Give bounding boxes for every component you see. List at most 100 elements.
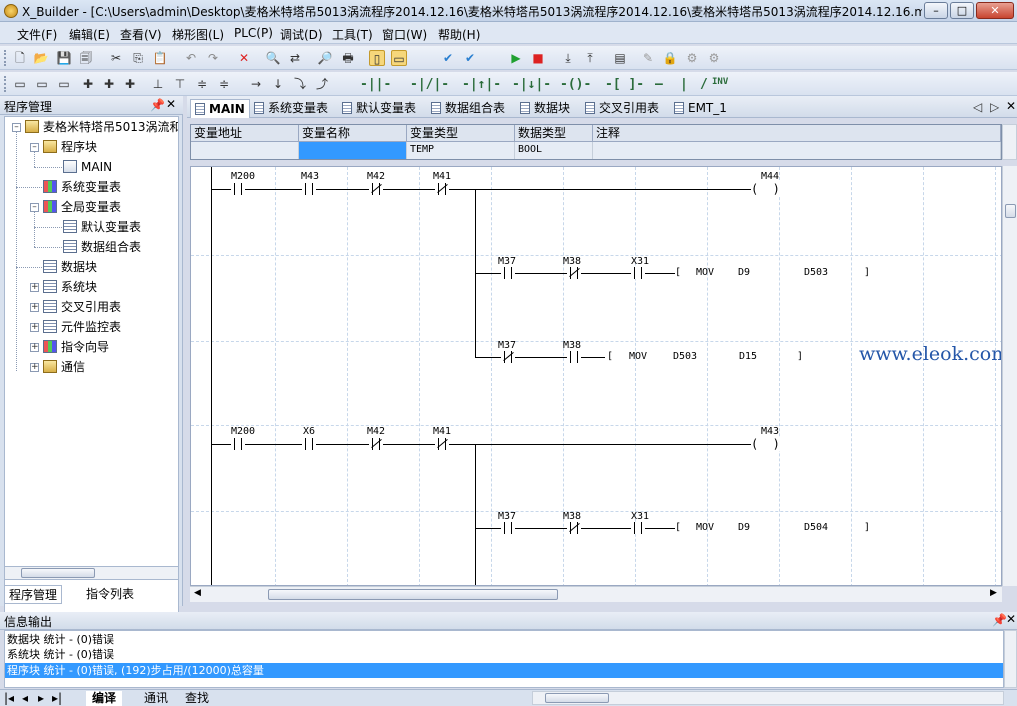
tab-compile[interactable]: 编译 bbox=[86, 691, 123, 706]
tree-item-program-block[interactable]: 程序块 bbox=[43, 138, 97, 156]
info-hscroll[interactable] bbox=[532, 691, 1004, 705]
vline-icon[interactable]: ↓ bbox=[270, 76, 286, 92]
nav-first-icon[interactable]: |◂ bbox=[4, 691, 14, 706]
hline-icon[interactable]: → bbox=[248, 76, 264, 92]
menu-ladder[interactable]: 梯形图(L) bbox=[172, 26, 224, 43]
menu-help[interactable]: 帮助(H) bbox=[438, 26, 480, 43]
instruction-list-mode-icon[interactable]: ▭ bbox=[34, 76, 50, 92]
tree-item-monitor[interactable]: 元件监控表 bbox=[43, 318, 121, 336]
contact-nc[interactable] bbox=[369, 183, 383, 195]
contact-no[interactable] bbox=[631, 267, 645, 279]
menu-window[interactable]: 窗口(W) bbox=[382, 26, 427, 43]
vline-insert-icon[interactable]: | bbox=[680, 77, 688, 92]
pin-icon[interactable]: 📌 bbox=[992, 613, 1007, 627]
tab-scroll-right-icon[interactable]: ▷ bbox=[990, 100, 999, 114]
contact-no[interactable] bbox=[501, 522, 515, 534]
contact-no[interactable] bbox=[231, 183, 245, 195]
panel-close-icon[interactable]: ✕ bbox=[1006, 612, 1016, 626]
panel-close-icon[interactable]: ✕ bbox=[166, 97, 176, 111]
var-table-scrollbar[interactable] bbox=[1002, 124, 1017, 160]
lock-icon[interactable]: 🔒 bbox=[662, 50, 678, 66]
instruction-box[interactable]: [ bbox=[675, 267, 681, 278]
tree-item-main[interactable]: MAIN bbox=[63, 158, 112, 176]
close-button[interactable]: ✕ bbox=[976, 2, 1014, 19]
pin-icon[interactable]: 📌 bbox=[150, 98, 165, 112]
toolbar-grip[interactable] bbox=[4, 50, 7, 66]
toolbar-grip[interactable] bbox=[4, 76, 7, 92]
delete-row-icon[interactable]: ≑ bbox=[194, 76, 210, 92]
tab-program-manager[interactable]: 程序管理 bbox=[4, 585, 63, 604]
expand-toggle[interactable]: + bbox=[30, 343, 39, 352]
layout-single-icon[interactable]: ▯ bbox=[369, 50, 385, 66]
expand-toggle[interactable]: + bbox=[30, 283, 39, 292]
ladder-editor[interactable]: M200 M43 M42 M41 ( ) M44 M37 M38 X31 [ M… bbox=[190, 166, 1002, 586]
paste-icon[interactable]: 📋 bbox=[152, 50, 168, 66]
cell-address[interactable] bbox=[191, 142, 299, 159]
cell-comment[interactable] bbox=[593, 142, 1001, 159]
insert-branch-icon[interactable]: ✚ bbox=[122, 76, 138, 92]
nav-prev-icon[interactable]: ◂ bbox=[22, 691, 28, 706]
redo-icon[interactable]: ↷ bbox=[205, 50, 221, 66]
check-all-icon[interactable]: ✔ bbox=[462, 50, 478, 66]
insert-column-icon[interactable]: ⊤ bbox=[172, 76, 188, 92]
scroll-thumb[interactable] bbox=[21, 568, 95, 578]
tab-system-vars[interactable]: 系统变量表 bbox=[250, 99, 332, 118]
contact-pulse[interactable] bbox=[302, 183, 316, 195]
collapse-toggle[interactable]: – bbox=[30, 203, 39, 212]
tree-item-default-vars[interactable]: 默认变量表 bbox=[63, 218, 141, 236]
contact-no[interactable] bbox=[567, 351, 581, 363]
tree-item-system-block[interactable]: 系统块 bbox=[43, 278, 97, 296]
tree-item-communication[interactable]: 通信 bbox=[43, 358, 85, 376]
new-file-icon[interactable]: 🗋 bbox=[12, 50, 28, 66]
download-icon[interactable]: ⤓ bbox=[560, 50, 576, 66]
insert-cross-icon[interactable]: ✚ bbox=[80, 76, 96, 92]
cut-icon[interactable]: ✂ bbox=[108, 50, 124, 66]
find-icon[interactable]: 🔍 bbox=[265, 50, 281, 66]
tab-comm[interactable]: 通讯 bbox=[144, 691, 168, 706]
contact-nc[interactable] bbox=[369, 438, 383, 450]
nav-next-icon[interactable]: ▸ bbox=[38, 691, 44, 706]
inv-label[interactable]: INV bbox=[712, 77, 728, 87]
insert-down-icon[interactable]: ✚ bbox=[101, 76, 117, 92]
nav-last-icon[interactable]: ▸| bbox=[52, 691, 62, 706]
tree-root-project[interactable]: 麦格米特塔吊5013涡流和 bbox=[25, 118, 178, 136]
contact-nc[interactable] bbox=[435, 438, 449, 450]
tab-default-vars[interactable]: 默认变量表 bbox=[338, 99, 420, 118]
tree-item-cross-ref[interactable]: 交叉引用表 bbox=[43, 298, 121, 316]
cell-name[interactable] bbox=[299, 142, 407, 159]
maximize-button[interactable]: □ bbox=[950, 2, 974, 19]
open-folder-icon[interactable]: 📂 bbox=[33, 50, 49, 66]
collapse-toggle[interactable]: – bbox=[30, 143, 39, 152]
contact-nc[interactable] bbox=[435, 183, 449, 195]
tab-cross-ref[interactable]: 交叉引用表 bbox=[581, 99, 663, 118]
sfc-mode-icon[interactable]: ▭ bbox=[56, 76, 72, 92]
hline-insert-icon[interactable]: — bbox=[655, 77, 663, 92]
collapse-toggle[interactable]: – bbox=[12, 123, 21, 132]
cell-var-type[interactable]: TEMP bbox=[407, 142, 515, 159]
delete-icon[interactable]: ✕ bbox=[236, 50, 252, 66]
layout-split-icon[interactable]: ▭ bbox=[391, 50, 407, 66]
tab-scroll-left-icon[interactable]: ◁ bbox=[973, 100, 982, 114]
ladder-mode-icon[interactable]: ▭ bbox=[12, 76, 28, 92]
tree-item-system-vars[interactable]: 系统变量表 bbox=[43, 178, 121, 196]
no-contact-icon[interactable]: -||- bbox=[360, 77, 391, 92]
print-preview-icon[interactable]: 🔎 bbox=[317, 50, 333, 66]
scroll-right-icon[interactable]: ▶ bbox=[990, 588, 997, 598]
tab-data-group[interactable]: 数据组合表 bbox=[427, 99, 509, 118]
info-vscroll[interactable] bbox=[1004, 630, 1017, 688]
write-icon[interactable]: ⚙ bbox=[706, 50, 722, 66]
coil-icon[interactable]: -()- bbox=[560, 77, 591, 92]
delete-column-icon[interactable]: ≑ bbox=[216, 76, 232, 92]
function-block-icon[interactable]: -[ ]- bbox=[605, 77, 644, 92]
line-up-icon[interactable]: ⤴ bbox=[314, 76, 330, 92]
tab-emt1[interactable]: EMT_1 bbox=[670, 99, 731, 118]
monitor-icon[interactable]: ▤ bbox=[612, 50, 628, 66]
tab-data-block[interactable]: 数据块 bbox=[516, 99, 574, 118]
save-icon[interactable]: 💾 bbox=[56, 50, 72, 66]
menu-tools[interactable]: 工具(T) bbox=[332, 26, 373, 43]
tree-item-data-block[interactable]: 数据块 bbox=[43, 258, 97, 276]
edit-pen-icon[interactable]: ✎ bbox=[640, 50, 656, 66]
menu-debug[interactable]: 调试(D) bbox=[280, 26, 323, 43]
falling-edge-icon[interactable]: -|↓|- bbox=[512, 77, 551, 92]
expand-toggle[interactable]: + bbox=[30, 303, 39, 312]
